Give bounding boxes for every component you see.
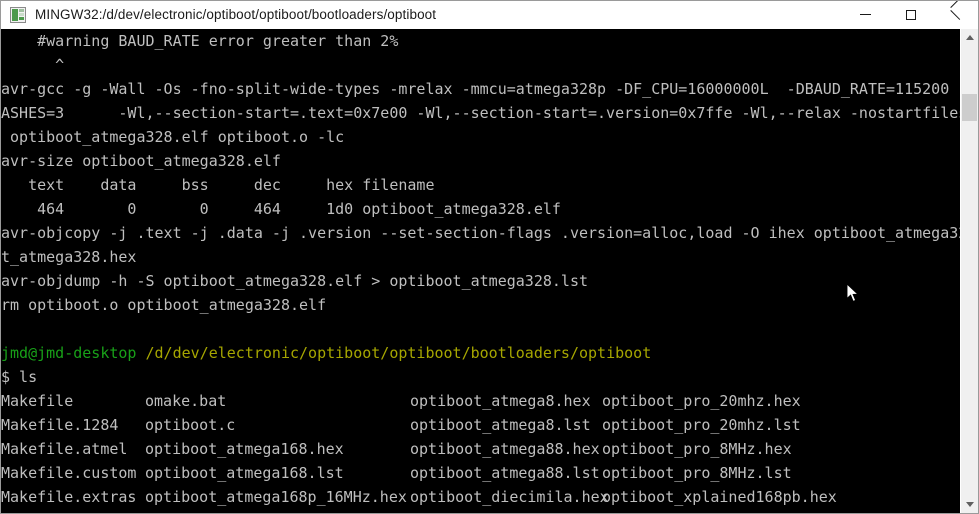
file-name: Makefile.isp bbox=[1, 509, 109, 513]
terminal-window-icon bbox=[10, 6, 26, 23]
scroll-up-button[interactable] bbox=[961, 29, 978, 46]
file-list-row: Makefile.atmel optiboot_atmega168.hex opti… bbox=[1, 437, 960, 461]
file-name: Makefile.atmel bbox=[1, 440, 128, 458]
output-line: #warning BAUD_RATE error greater than 2% bbox=[1, 29, 398, 53]
mouse-pointer bbox=[847, 284, 859, 303]
prompt-user-host: jmd@jmd-desktop bbox=[1, 344, 137, 362]
output-line: text data bss dec hex filename bbox=[1, 173, 434, 197]
file-name: optiboot_pro_20mhz.hex bbox=[602, 392, 801, 410]
vertical-scrollbar[interactable] bbox=[960, 29, 978, 513]
maximize-button[interactable] bbox=[888, 1, 933, 28]
output-text: ASHES=3 -Wl,--section-start=.text=0x7e00… bbox=[1, 104, 960, 122]
file-name: optiboot_atmega88.lst bbox=[410, 464, 600, 482]
file-list-row: Makefile.1284 optiboot.c optiboot_atmega8.… bbox=[1, 413, 960, 437]
output-line: avr-gcc -g -Wall -Os -fno-split-wide-typ… bbox=[1, 77, 960, 101]
scroll-down-button[interactable] bbox=[961, 496, 978, 513]
file-name: Makefile.custom bbox=[1, 464, 137, 482]
file-name: optiboot_atmega8.lst bbox=[410, 416, 591, 434]
command-line: $ ls bbox=[1, 365, 37, 389]
output-text: t_atmega328.hex bbox=[1, 248, 137, 266]
output-line: 464 0 0 464 1d0 optiboot_atmega328.elf bbox=[1, 197, 561, 221]
file-name: optiboot_diecimila.hex bbox=[410, 488, 609, 506]
file-name: optiboot_atmega168p_16MHz.lst bbox=[145, 509, 407, 513]
file-name: optiboot_pro_8MHz.hex bbox=[602, 440, 792, 458]
file-name: optiboot_atmega168p_16MHz.hex bbox=[145, 488, 407, 506]
output-line: avr-objcopy -j .text -j .data -j .versio… bbox=[1, 221, 960, 245]
file-name: optiboot_pro_8MHz.lst bbox=[602, 464, 792, 482]
output-text: avr-objcopy -j .text -j .data -j .versio… bbox=[1, 224, 960, 242]
file-list-row: Makefile.custom optiboot_atmega168.lst opt… bbox=[1, 461, 960, 485]
output-line: optiboot_atmega328.elf optiboot.o -lc bbox=[1, 125, 344, 149]
output-text: avr-gcc -g -Wall -Os -fno-split-wide-typ… bbox=[1, 80, 960, 98]
window-title: MINGW32:/d/dev/electronic/optiboot/optib… bbox=[35, 7, 437, 22]
scroll-down-arrow-icon bbox=[965, 502, 974, 507]
file-name: optiboot.c bbox=[145, 416, 236, 434]
close-icon bbox=[950, 9, 961, 20]
file-name: optiboot_xplained168pb.lst bbox=[602, 509, 837, 513]
file-name: optiboot_atmega168.lst bbox=[145, 464, 344, 482]
output-text: rm optiboot.o optiboot_atmega328.elf bbox=[1, 296, 327, 314]
file-name: optiboot_atmega168.hex bbox=[145, 440, 344, 458]
file-name: optiboot_pro_20mhz.lst bbox=[602, 416, 801, 434]
output-text: optiboot_atmega328.elf optiboot.o -lc bbox=[1, 128, 345, 146]
file-name: Makefile.1284 bbox=[1, 416, 119, 434]
file-name: Makefile bbox=[1, 392, 74, 410]
output-text: avr-objdump -h -S optiboot_atmega328.elf… bbox=[1, 272, 588, 290]
file-name: optiboot_atmega88.hex bbox=[410, 440, 600, 458]
file-name: Makefile.extras bbox=[1, 488, 137, 506]
file-name: optiboot_atmega8.hex bbox=[410, 392, 591, 410]
output-text: avr-size optiboot_atmega328.elf bbox=[1, 152, 281, 170]
terminal-screen[interactable]: $jmd@jmd-desktop /d/dev/electronic/optib… bbox=[1, 29, 960, 513]
minimize-icon bbox=[860, 14, 871, 15]
command-text: $ ls bbox=[1, 368, 38, 386]
output-line: avr-objdump -h -S optiboot_atmega328.elf… bbox=[1, 269, 588, 293]
terminal-body: $jmd@jmd-desktop /d/dev/electronic/optib… bbox=[1, 29, 978, 513]
output-line: ASHES=3 -Wl,--section-start=.text=0x7e00… bbox=[1, 101, 960, 125]
output-line: avr-size optiboot_atmega328.elf bbox=[1, 149, 281, 173]
output-text: ^ bbox=[1, 56, 65, 74]
file-name: omake.bat bbox=[145, 392, 227, 410]
scroll-up-arrow-icon bbox=[965, 35, 974, 40]
file-list-row: Makefile omake.bat optiboot_atmega8.hex opt… bbox=[1, 389, 960, 413]
file-name: optiboot_diecimila.lst bbox=[410, 509, 609, 513]
output-text: text data bss dec hex filename bbox=[1, 176, 435, 194]
minimize-button[interactable] bbox=[843, 1, 888, 28]
file-list-row: Makefile.isp optiboot_atmega168p_16MHz.ls… bbox=[1, 509, 960, 513]
output-text: #warning BAUD_RATE error greater than 2% bbox=[1, 32, 399, 50]
file-list-row: Makefile.extras optiboot_atmega168p_16MHz… bbox=[1, 485, 960, 509]
maximize-icon bbox=[905, 9, 916, 20]
terminal-window: MINGW32:/d/dev/electronic/optiboot/optib… bbox=[0, 0, 979, 514]
window-controls bbox=[843, 1, 978, 28]
output-line: ^ bbox=[1, 53, 64, 77]
close-button[interactable] bbox=[933, 1, 978, 28]
output-line: t_atmega328.hex bbox=[1, 245, 136, 269]
file-name: optiboot_xplained168pb.hex bbox=[602, 488, 837, 506]
scrollbar-track[interactable] bbox=[961, 46, 978, 496]
output-line: rm optiboot.o optiboot_atmega328.elf bbox=[1, 293, 326, 317]
scrollbar-thumb[interactable] bbox=[962, 94, 977, 121]
title-bar[interactable]: MINGW32:/d/dev/electronic/optiboot/optib… bbox=[1, 1, 978, 29]
prompt-path: /d/dev/electronic/optiboot/optiboot/boot… bbox=[145, 344, 652, 362]
prompt-line: jmd@jmd-desktop /d/dev/electronic/optibo… bbox=[1, 341, 651, 365]
output-text: 464 0 0 464 1d0 optiboot_atmega328.elf bbox=[1, 200, 561, 218]
